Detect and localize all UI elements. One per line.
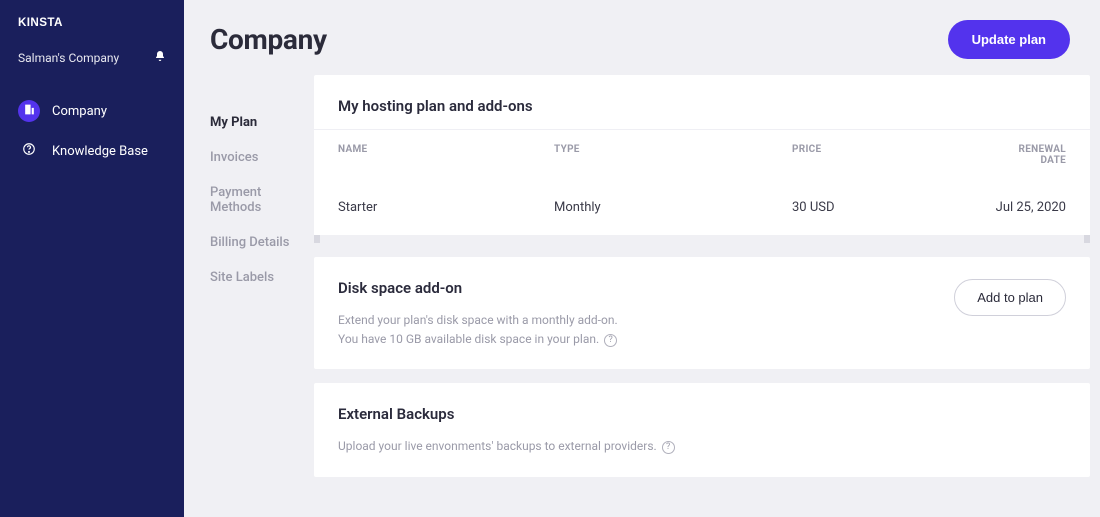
th-renewal: RENEWAL DATE <box>992 144 1066 166</box>
th-name: NAME <box>338 144 554 166</box>
scroll-handle-right[interactable] <box>1084 235 1090 243</box>
disk-card-desc2-row: You have 10 GB available disk space in y… <box>338 330 618 349</box>
company-name[interactable]: Salman's Company <box>18 51 119 65</box>
primary-nav: Company Knowledge Base <box>0 83 184 171</box>
scroll-gap <box>314 235 1090 243</box>
subnav-payment-methods[interactable]: Payment Methods <box>210 175 314 225</box>
subnav-billing-details[interactable]: Billing Details <box>210 225 314 260</box>
nav-item-label: Knowledge Base <box>52 144 148 159</box>
nav-item-company[interactable]: Company <box>0 91 184 131</box>
page-title: Company <box>210 23 327 56</box>
help-icon[interactable]: ? <box>662 441 675 454</box>
nav-item-label: Company <box>52 104 107 119</box>
hosting-card-title: My hosting plan and add-ons <box>338 97 1066 115</box>
disk-card-desc2: You have 10 GB available disk space in y… <box>338 332 599 346</box>
brand-logo: KINSTA <box>0 14 184 44</box>
sub-nav: My Plan Invoices Payment Methods Billing… <box>184 75 314 517</box>
brand-text: KINSTA <box>18 16 63 29</box>
topbar: Company Update plan <box>184 0 1100 75</box>
update-plan-button[interactable]: Update plan <box>948 20 1070 59</box>
help-circle-icon <box>22 142 36 160</box>
external-backups-card: External Backups Upload your live envonm… <box>314 383 1090 476</box>
th-price: PRICE <box>792 144 992 166</box>
building-icon <box>23 103 36 120</box>
backup-card-title: External Backups <box>338 405 1066 423</box>
td-renewal: Jul 25, 2020 <box>992 200 1066 215</box>
disk-space-card: Disk space add-on Extend your plan's dis… <box>314 257 1090 369</box>
subnav-my-plan[interactable]: My Plan <box>210 105 314 140</box>
disk-card-desc1: Extend your plan's disk space with a mon… <box>338 311 618 330</box>
main-content: Company Update plan My Plan Invoices Pay… <box>184 0 1100 517</box>
th-type: TYPE <box>554 144 792 166</box>
hosting-plan-card: My hosting plan and add-ons NAME TYPE PR… <box>314 75 1090 243</box>
bell-icon[interactable] <box>154 50 166 65</box>
scroll-handle-left[interactable] <box>314 235 320 243</box>
cards-column: My hosting plan and add-ons NAME TYPE PR… <box>314 75 1090 517</box>
help-icon[interactable]: ? <box>604 334 617 347</box>
td-name: Starter <box>338 200 554 215</box>
backup-card-desc-row: Upload your live envonments' backups to … <box>338 437 1066 456</box>
subnav-invoices[interactable]: Invoices <box>210 140 314 175</box>
plan-table-header: NAME TYPE PRICE RENEWAL DATE <box>314 129 1090 180</box>
sidebar: KINSTA Salman's Company Company Knowledg… <box>0 0 184 517</box>
td-price: 30 USD <box>792 200 992 215</box>
disk-card-title: Disk space add-on <box>338 279 618 297</box>
add-to-plan-button[interactable]: Add to plan <box>954 279 1066 316</box>
td-type: Monthly <box>554 200 792 215</box>
subnav-site-labels[interactable]: Site Labels <box>210 260 314 295</box>
backup-card-desc: Upload your live envonments' backups to … <box>338 439 657 453</box>
plan-table-row: Starter Monthly 30 USD Jul 25, 2020 <box>314 180 1090 235</box>
nav-item-knowledge-base[interactable]: Knowledge Base <box>0 131 184 171</box>
